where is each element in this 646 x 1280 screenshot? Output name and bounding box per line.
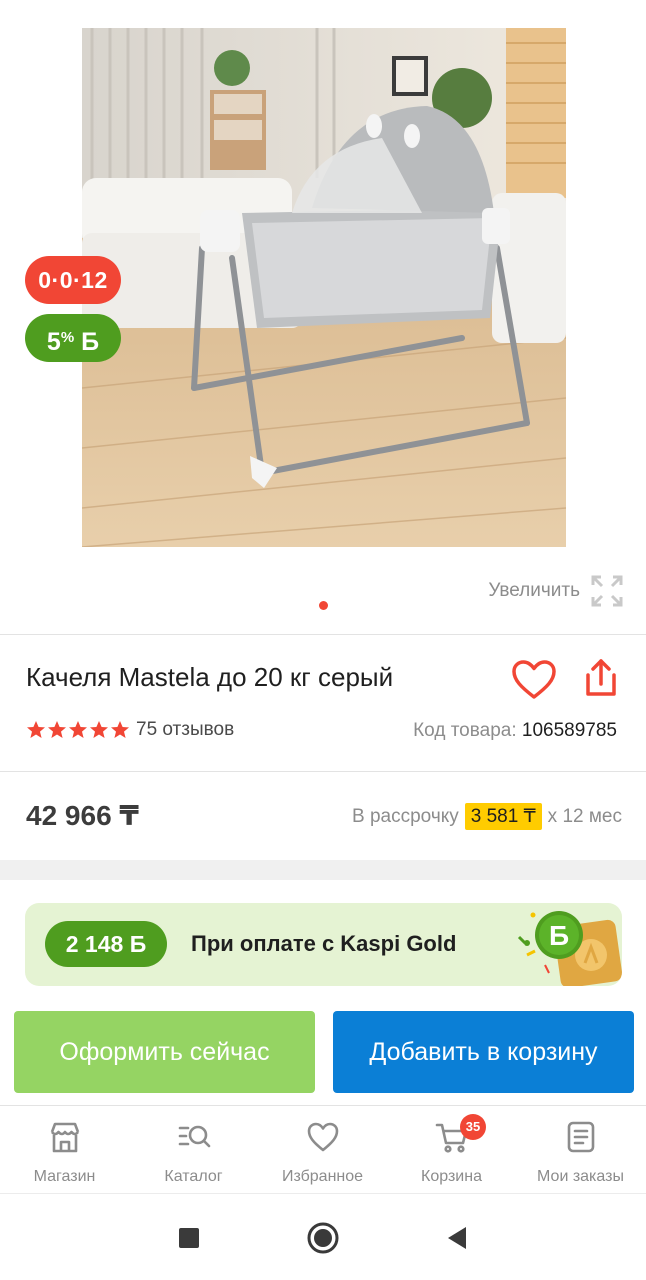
star-icon — [111, 721, 129, 738]
heart-icon[interactable] — [511, 659, 557, 701]
tab-catalog[interactable]: Каталог — [129, 1106, 258, 1194]
kaspi-gold-bonus: 2 148 Б — [45, 921, 167, 967]
installment-prefix: В рассрочку — [352, 805, 459, 827]
reviews-link[interactable]: 75 отзывов — [136, 719, 234, 741]
buy-now-button[interactable]: Оформить сейчас — [14, 1011, 315, 1093]
share-icon[interactable] — [581, 657, 621, 699]
bonus-percent: 5 — [46, 328, 61, 356]
kaspi-gold-illustration: Б — [517, 911, 622, 986]
tab-store[interactable]: Магазин — [0, 1106, 129, 1194]
star-icon — [27, 721, 45, 738]
svg-text:Б: Б — [549, 920, 569, 951]
kaspi-gold-text: При оплате с Kaspi Gold — [191, 931, 457, 956]
installment-info[interactable]: В рассрочку 3 581 ₸ x 12 мес — [352, 803, 622, 830]
kaspi-gold-banner[interactable]: 2 148 Б При оплате с Kaspi Gold Б — [25, 903, 622, 986]
star-icon — [90, 721, 108, 738]
tab-cart[interactable]: 35 Корзина — [387, 1106, 516, 1194]
orders-icon — [567, 1121, 595, 1153]
installment-term: x 12 мес — [547, 805, 622, 827]
bonus-currency: Б — [81, 328, 100, 356]
product-code-label: Код товара: — [413, 720, 517, 741]
tab-orders-label: Мои заказы — [537, 1168, 624, 1185]
catalog-search-icon — [178, 1125, 211, 1148]
tab-favorites-label: Избранное — [281, 1168, 364, 1185]
zoom-button[interactable]: Увеличить — [488, 574, 624, 608]
divider — [0, 771, 646, 772]
product-title: Качеля Mastela до 20 кг серый — [26, 662, 394, 692]
installment-badge: 0·0·12 — [25, 256, 121, 304]
tab-orders[interactable]: Мои заказы — [516, 1106, 645, 1194]
home-icon[interactable] — [306, 1221, 340, 1255]
product-photo[interactable] — [82, 28, 566, 547]
installment-amount: 3 581 ₸ — [464, 803, 542, 830]
cart-count-badge: 35 — [460, 1114, 486, 1140]
bonus-badge: 5% Б — [25, 314, 121, 362]
slide-indicator-dot[interactable] — [319, 601, 328, 610]
add-to-cart-button[interactable]: Добавить в корзину — [333, 1011, 634, 1093]
recent-apps-icon[interactable] — [172, 1221, 206, 1255]
android-navigation-bar — [0, 1193, 646, 1280]
rating-stars — [26, 720, 130, 740]
back-icon[interactable] — [440, 1221, 474, 1255]
bottom-tab-bar: Магазин Каталог Избранное 35 Корзина Мои… — [0, 1105, 646, 1193]
store-icon — [50, 1122, 80, 1153]
heart-icon — [307, 1122, 339, 1152]
product-code: Код товара: 106589785 — [413, 720, 617, 742]
star-icon — [48, 721, 66, 738]
product-code-value: 106589785 — [521, 720, 617, 741]
divider — [0, 634, 646, 635]
product-price: 42 966 ₸ — [26, 800, 139, 831]
bonus-percent-sign: % — [60, 329, 75, 346]
product-gallery[interactable]: 0·0·12 5% Б Увеличить — [0, 0, 646, 632]
zoom-label: Увеличить — [488, 580, 580, 601]
expand-icon — [591, 575, 623, 607]
tab-favorites[interactable]: Избранное — [258, 1106, 387, 1194]
star-icon — [69, 721, 87, 738]
section-separator — [0, 860, 646, 880]
tab-cart-label: Корзина — [421, 1168, 482, 1185]
tab-catalog-label: Каталог — [164, 1168, 223, 1185]
tab-store-label: Магазин — [33, 1168, 96, 1185]
